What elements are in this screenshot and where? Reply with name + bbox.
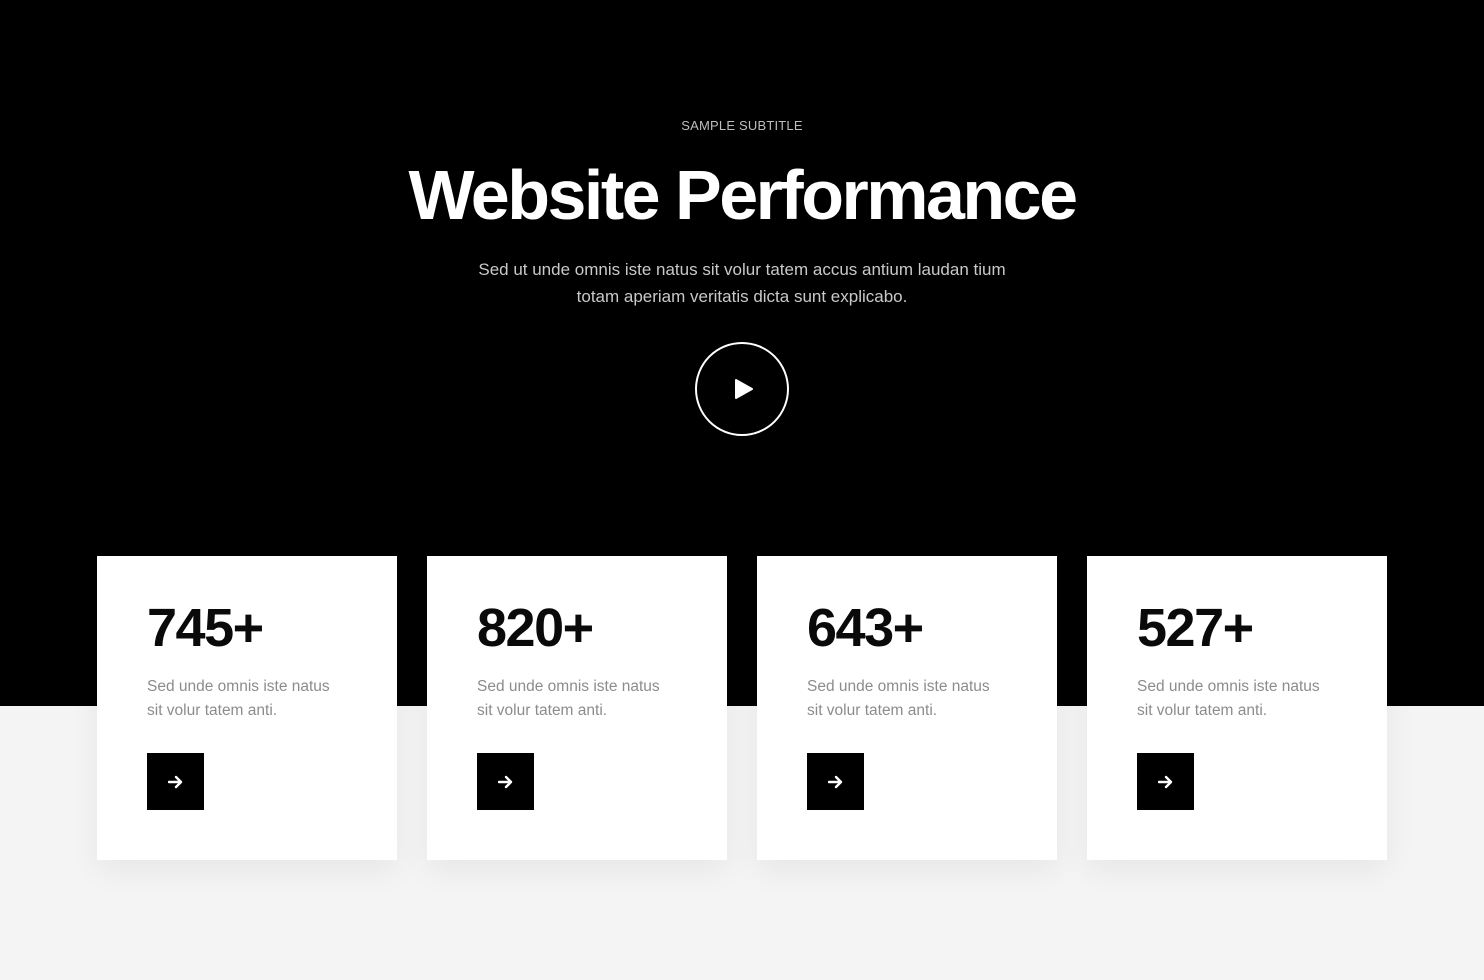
hero-title: Website Performance (408, 156, 1078, 234)
stat-card: 820+ Sed unde omnis iste natus sit volur… (427, 556, 727, 860)
stat-number: 745+ (147, 598, 264, 658)
stat-arrow-button[interactable] (807, 753, 864, 810)
stat-description: Sed unde omnis iste natus sit volur tate… (147, 678, 330, 719)
stat-number: 643+ (807, 598, 924, 658)
stat-number: 820+ (477, 598, 594, 658)
stat-arrow-button[interactable] (147, 753, 204, 810)
hero-subtitle: SAMPLE SUBTITLE (681, 118, 803, 133)
page: SAMPLE SUBTITLE Website Performance Sed … (0, 0, 1484, 980)
play-video-button[interactable] (695, 342, 789, 436)
arrow-right-icon (1157, 775, 1172, 788)
stat-arrow-button[interactable] (1137, 753, 1194, 810)
stat-card: 643+ Sed unde omnis iste natus sit volur… (757, 556, 1057, 860)
play-icon (734, 379, 753, 399)
stat-card: 527+ Sed unde omnis iste natus sit volur… (1087, 556, 1387, 860)
stats-cards: 745+ Sed unde omnis iste natus sit volur… (97, 556, 1387, 860)
stat-card: 745+ Sed unde omnis iste natus sit volur… (97, 556, 397, 860)
stat-description: Sed unde omnis iste natus sit volur tate… (1137, 678, 1320, 719)
stat-number: 527+ (1137, 598, 1254, 658)
hero-description: Sed ut unde omnis iste natus sit volur t… (478, 260, 1006, 306)
stat-arrow-button[interactable] (477, 753, 534, 810)
stat-description: Sed unde omnis iste natus sit volur tate… (807, 678, 990, 719)
stat-description: Sed unde omnis iste natus sit volur tate… (477, 678, 660, 719)
arrow-right-icon (827, 775, 842, 788)
arrow-right-icon (497, 775, 512, 788)
arrow-right-icon (167, 775, 182, 788)
